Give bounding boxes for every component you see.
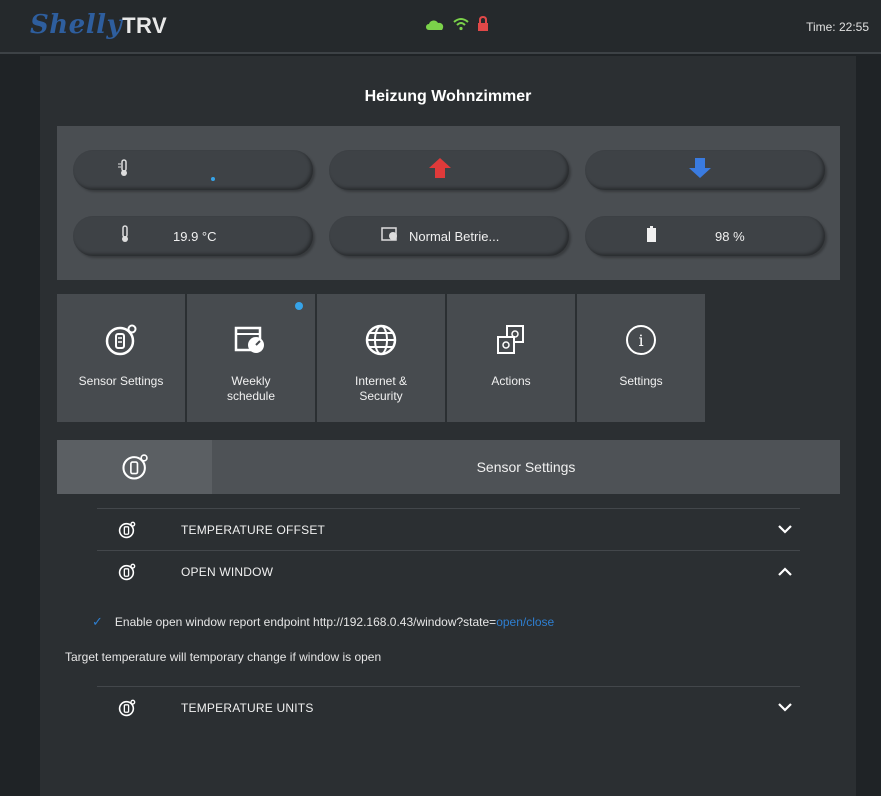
lock-icon bbox=[477, 15, 489, 37]
section-title: Sensor Settings bbox=[476, 459, 576, 475]
target-temperature-pill[interactable] bbox=[73, 150, 313, 190]
svg-text:i: i bbox=[638, 331, 643, 350]
temp-down-button[interactable] bbox=[585, 150, 825, 190]
sensor-icon bbox=[97, 699, 157, 717]
clock: Time: 22:55 bbox=[806, 20, 869, 34]
chevron-down-icon[interactable] bbox=[770, 525, 800, 534]
chevron-up-icon[interactable] bbox=[770, 567, 800, 576]
arrow-down-icon bbox=[689, 157, 711, 183]
sensor-icon bbox=[57, 440, 212, 494]
temp-up-button[interactable] bbox=[329, 150, 569, 190]
top-bar: ShellyTRV Time: 22:55 bbox=[0, 0, 881, 54]
accordion-label: OPEN WINDOW bbox=[181, 564, 274, 579]
control-box: 19.9 °C Normal Betrie... 98 % bbox=[57, 126, 840, 280]
current-temp-value: 19.9 °C bbox=[173, 228, 217, 244]
tile-label: Actions bbox=[491, 374, 531, 388]
tile-label: Sensor Settings bbox=[78, 374, 164, 388]
tile-sensor-settings[interactable]: Sensor Settings bbox=[57, 294, 185, 422]
tile-label: Settings bbox=[619, 374, 663, 388]
tile-settings[interactable]: i Settings bbox=[577, 294, 705, 422]
open-window-info: Target temperature will temporary change… bbox=[65, 650, 382, 664]
section-header: Sensor Settings bbox=[57, 440, 840, 494]
info-icon: i bbox=[624, 320, 658, 360]
checkbox-checked-icon[interactable]: ✓ bbox=[92, 614, 103, 629]
actions-icon bbox=[494, 320, 528, 360]
mode-value: Normal Betrie... bbox=[409, 228, 500, 244]
cloud-icon bbox=[425, 18, 445, 36]
chevron-down-icon[interactable] bbox=[770, 703, 800, 712]
tile-weekly-schedule[interactable]: Weekly schedule bbox=[187, 294, 315, 422]
calendar-mode-icon bbox=[381, 226, 399, 247]
accordion-temperature-offset[interactable]: TEMPERATURE OFFSET bbox=[97, 508, 800, 550]
current-temperature-pill: 19.9 °C bbox=[73, 216, 313, 256]
open-window-option: ✓ Enable open window report endpoint http… bbox=[92, 614, 554, 630]
tile-label: Internet & Security bbox=[354, 374, 408, 403]
notification-dot bbox=[295, 302, 303, 310]
mode-pill[interactable]: Normal Betrie... bbox=[329, 216, 569, 256]
accordion-label: TEMPERATURE UNITS bbox=[181, 700, 314, 715]
accordion-open-window[interactable]: OPEN WINDOW bbox=[97, 550, 800, 592]
accordion-label: TEMPERATURE OFFSET bbox=[181, 522, 326, 537]
sensor-icon bbox=[97, 521, 157, 539]
brand-logo: ShellyTRV bbox=[30, 10, 168, 40]
status-icons bbox=[425, 15, 489, 37]
battery-icon bbox=[647, 225, 656, 247]
tile-internet-security[interactable]: Internet & Security bbox=[317, 294, 445, 422]
thermometer-icon bbox=[119, 224, 131, 248]
accordion-temperature-units[interactable]: TEMPERATURE UNITS bbox=[97, 686, 800, 728]
arrow-up-icon bbox=[429, 157, 451, 183]
enable-text: Enable open window report endpoint http:… bbox=[114, 615, 497, 629]
thermostat-icon bbox=[117, 158, 131, 182]
device-title: Heizung Wohnzimmer bbox=[364, 88, 532, 105]
wifi-icon bbox=[453, 17, 469, 36]
globe-icon bbox=[364, 320, 398, 360]
schedule-icon bbox=[233, 320, 269, 360]
target-indicator-dot bbox=[211, 168, 215, 186]
open-close-link[interactable]: open/close bbox=[496, 615, 554, 629]
tile-label: Weekly schedule bbox=[226, 374, 276, 403]
menu-tiles: Sensor Settings Weekly schedule Internet… bbox=[57, 294, 705, 422]
main-panel: Heizung Wohnzimmer 19.9 °C Normal Betrie… bbox=[40, 56, 856, 796]
sensor-icon bbox=[104, 320, 138, 360]
battery-value: 98 % bbox=[715, 228, 745, 244]
battery-pill: 98 % bbox=[585, 216, 825, 256]
tile-actions[interactable]: Actions bbox=[447, 294, 575, 422]
sensor-icon bbox=[97, 563, 157, 581]
